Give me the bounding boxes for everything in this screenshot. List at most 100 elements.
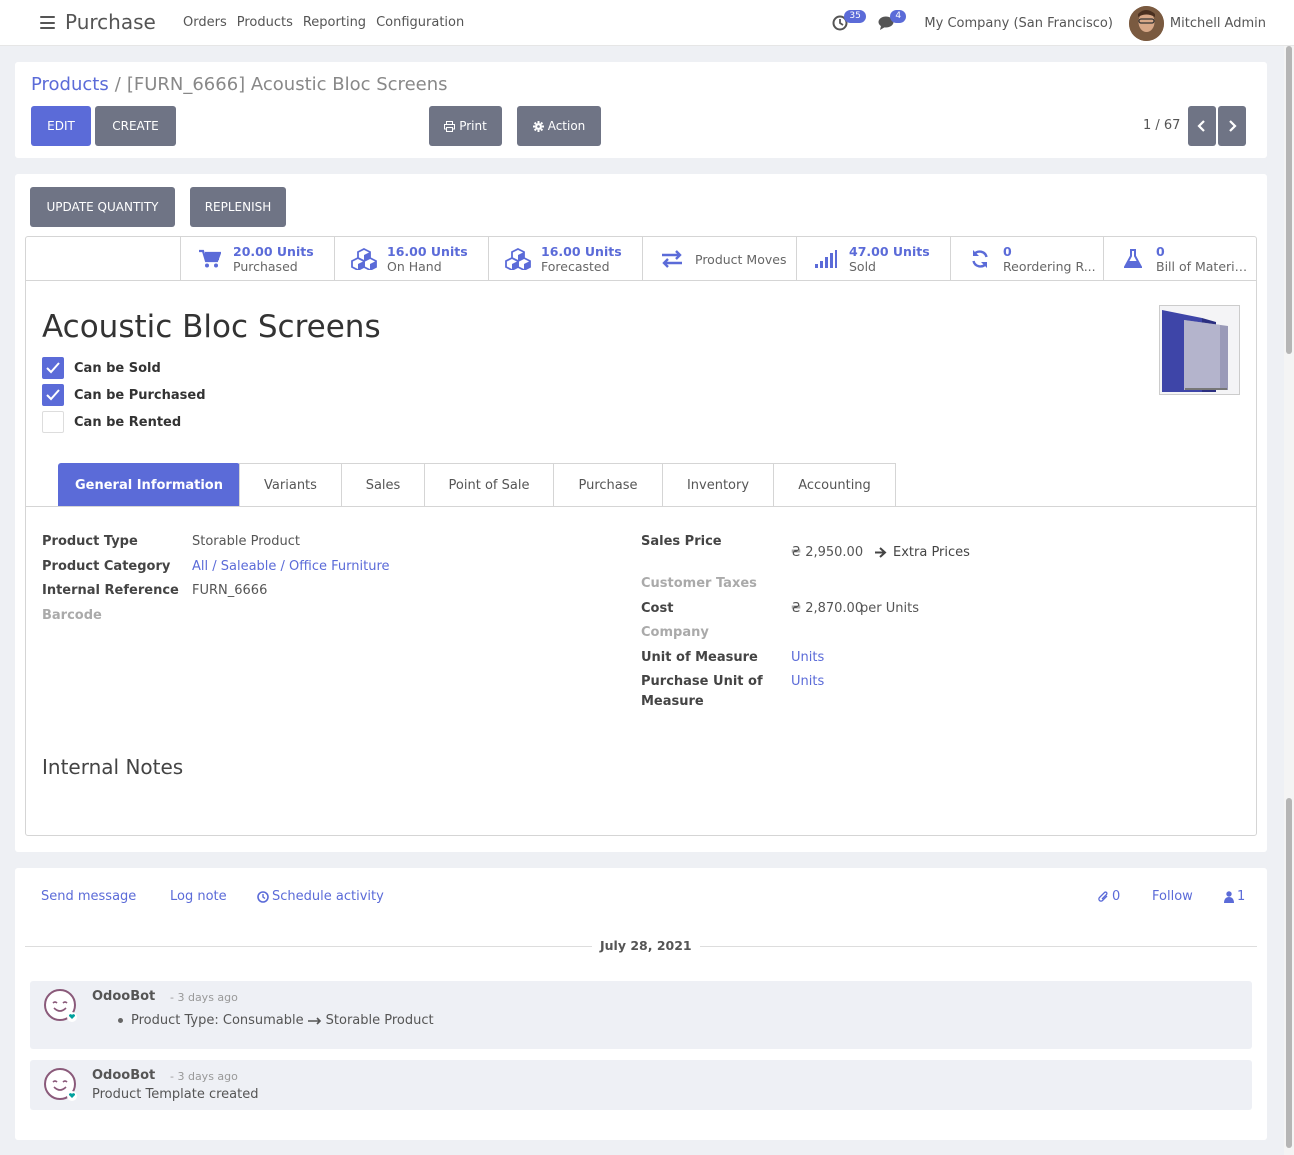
unit-of-measure-label: Unit of Measure [641,650,758,665]
internal-reference-value[interactable]: FURN_6666 [192,583,267,598]
schedule-activity-button[interactable]: Schedule activity [257,889,384,904]
messages-comments-icon[interactable]: 4 [878,10,907,32]
activity-clock-icon[interactable]: 35 [832,10,866,32]
menu-orders[interactable]: Orders [183,15,227,30]
tab-general-information[interactable]: General Information [58,463,240,507]
odoobot-avatar[interactable] [44,989,78,1023]
edit-button[interactable]: EDIT [31,106,91,146]
extra-prices-button[interactable]: Extra Prices [875,545,970,560]
attachments-button[interactable]: 0 [1098,889,1120,904]
message-author[interactable]: OdooBot [92,989,155,1004]
replenish-button[interactable]: REPLENISH [190,187,286,227]
control-panel: Products / [FURN_6666] Acoustic Bloc Scree… [15,62,1267,158]
message-body: Product Template created [92,1087,259,1102]
pager-next-button[interactable] [1218,106,1246,146]
tab-purchase[interactable]: Purchase [553,463,663,507]
followers-count: 1 [1237,889,1246,904]
print-button[interactable]: Print [429,106,502,146]
purchased-label: Purchased [233,259,298,274]
chatter-message: OdooBot - 3 days ago Product Template cr… [30,1060,1252,1110]
pager-previous-button[interactable] [1188,106,1216,146]
check-icon [46,362,60,374]
forecasted-stat-button[interactable]: 16.00 Units Forecasted [488,237,642,281]
smart-button-box: 20.00 Units Purchased 16.00 Units On Hand … [26,237,1256,281]
unit-of-measure-link[interactable]: Units [791,650,824,665]
sold-stat-button[interactable]: 47.00 Units Sold [796,237,950,281]
menu-products[interactable]: Products [237,15,293,30]
message-time: - 3 days ago [170,991,238,1004]
send-message-button[interactable]: Send message [41,889,136,904]
company-switcher[interactable]: My Company (San Francisco) [924,16,1112,31]
menu-reporting[interactable]: Reporting [303,15,366,30]
product-moves-stat-button[interactable]: Product Moves [642,237,796,281]
long-arrow-right-icon [307,1016,321,1025]
tab-point-of-sale[interactable]: Point of Sale [424,463,554,507]
cubes-icon [351,248,377,270]
menu-toggle-icon[interactable] [40,16,55,29]
print-label: Print [459,119,487,133]
can-be-sold-label: Can be Sold [74,360,161,376]
tracking-value: Product Type: Consumable Storable Produc… [118,1013,434,1028]
reordering-rules-stat-button[interactable]: 0 Reordering R... [950,237,1103,281]
purchased-stat-button[interactable]: 20.00 Units Purchased [180,237,334,281]
can-be-sold-row: Can be Sold [42,357,161,379]
purchase-uom-link[interactable]: Units [791,674,824,689]
forecasted-value: 16.00 Units [541,244,622,259]
sold-label: Sold [849,259,876,274]
tab-variants[interactable]: Variants [239,463,342,507]
product-moves-label: Product Moves [695,251,787,267]
product-category-link[interactable]: All / Saleable / Office Furniture [192,559,390,574]
can-be-sold-checkbox[interactable] [42,357,64,379]
odoobot-avatar[interactable] [44,1068,78,1102]
action-button[interactable]: Action [517,106,601,146]
tab-sales[interactable]: Sales [341,463,425,507]
schedule-activity-label: Schedule activity [272,889,384,904]
paperclip-icon [1098,890,1108,902]
purchase-uom-label-line2: Measure [641,694,704,709]
product-type-value[interactable]: Storable Product [192,534,300,549]
can-be-rented-checkbox[interactable] [42,411,64,433]
create-button[interactable]: CREATE [95,106,176,146]
breadcrumb-current: [FURN_6666] Acoustic Bloc Screens [126,74,448,95]
scrollbar-thumb[interactable] [1286,46,1292,354]
product-name[interactable]: Acoustic Bloc Screens [42,309,381,345]
breadcrumb-products-link[interactable]: Products [31,74,109,95]
chatter: Send message Log note Schedule activity … [15,868,1267,1140]
bill-of-materials-stat-button[interactable]: 0 Bill of Materia... [1103,237,1256,281]
breadcrumb: Products / [FURN_6666] Acoustic Bloc Scree… [31,74,448,95]
pager-value[interactable]: 1 / 67 [1143,118,1180,133]
forecasted-label: Forecasted [541,259,610,274]
cart-icon [199,249,221,268]
can-be-purchased-checkbox[interactable] [42,384,64,406]
cost-value[interactable]: ₴ 2,870.00 [791,601,863,616]
bill-of-materials-value: 0 [1156,244,1165,259]
tab-accounting[interactable]: Accounting [773,463,896,507]
can-be-purchased-label: Can be Purchased [74,387,206,403]
print-icon [444,120,456,132]
product-image[interactable] [1159,305,1240,395]
activity-count-badge: 35 [844,10,866,23]
on-hand-label: On Hand [387,259,442,274]
user-icon [1224,890,1234,903]
page-scrollbar[interactable] [1284,46,1294,1155]
user-avatar[interactable] [1128,5,1164,41]
message-author[interactable]: OdooBot [92,1068,155,1083]
log-note-button[interactable]: Log note [170,889,227,904]
arrow-right-icon [875,547,887,558]
sales-price-value[interactable]: ₴ 2,950.00 [791,545,863,560]
tab-inventory[interactable]: Inventory [662,463,774,507]
systray: 35 4 My Company (San Francisco) Mitchell… [832,0,1266,46]
follow-button[interactable]: Follow [1152,889,1193,904]
cubes-icon [505,248,531,270]
user-menu[interactable]: Mitchell Admin [1170,16,1266,31]
cost-unit: per Units [860,601,919,616]
followers-button[interactable]: 1 [1224,889,1245,904]
top-navbar: Purchase Orders Products Reporting Confi… [0,0,1294,46]
tracking-old-value: Product Type: Consumable [131,1013,304,1028]
on-hand-stat-button[interactable]: 16.00 Units On Hand [334,237,488,281]
app-name[interactable]: Purchase [65,10,156,34]
message-time: - 3 days ago [170,1070,238,1083]
menu-configuration[interactable]: Configuration [376,15,464,30]
update-quantity-button[interactable]: UPDATE QUANTITY [30,187,175,227]
scrollbar-thumb-chatter[interactable] [1286,798,1292,1148]
